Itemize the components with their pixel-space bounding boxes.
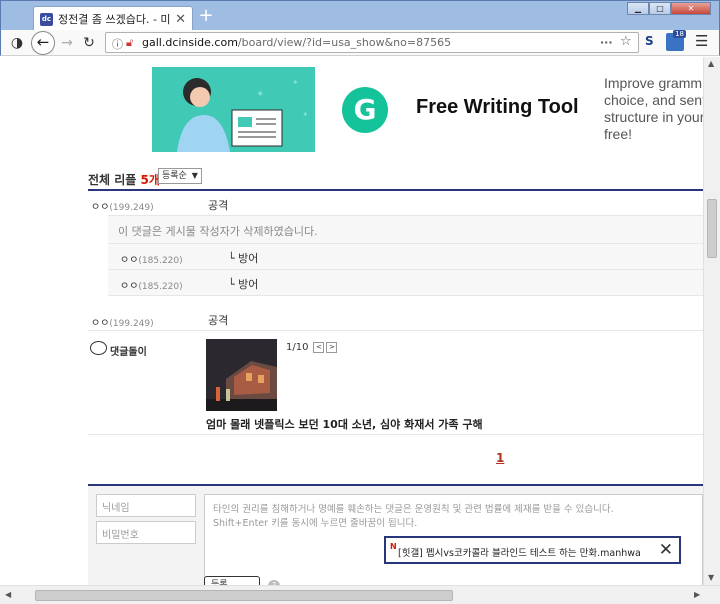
bookmark-star-icon[interactable]: ☆: [620, 34, 632, 49]
deleted-comment: 이 댓글은 게시물 작성자가 삭제하였습니다.: [108, 216, 703, 244]
ad-illustration: ✦ ✦ ✦: [152, 67, 315, 152]
tab-close-icon[interactable]: ✕: [175, 12, 186, 27]
forward-button[interactable]: →: [57, 33, 77, 53]
hit-gallery-popup[interactable]: N [힛갤] 펩시vs코카콜라 블라인드 테스트 하는 만화.manhwa ✕: [384, 536, 681, 564]
window-controls: ▁ □ ✕: [627, 2, 711, 15]
comment-header: 전체 리플 5개 등록순 ▼: [88, 167, 703, 191]
scroll-right-icon[interactable]: ▶: [694, 590, 700, 599]
browser-titlebar: dc 정전결 좀 쓰겠습다. - 미국 쇼 ✕ + ▁ □ ✕: [0, 0, 720, 31]
comment-count-label: 전체 리플 5개: [88, 173, 160, 187]
comment-text: 공격: [208, 314, 229, 327]
dory-pager: 1/10 < >: [286, 342, 338, 353]
scroll-down-icon[interactable]: ▼: [708, 573, 714, 582]
reply-text: └ 방어: [228, 252, 259, 265]
reply-text: └ 방어: [228, 278, 259, 291]
reply-row: ㅇㅇ(185.220) └ 방어: [108, 270, 703, 296]
dory-mascot-icon: [90, 341, 107, 355]
url-path: /board/view/?id=usa_show&no=87565: [237, 36, 452, 49]
comment-count: 5개: [140, 173, 160, 187]
hamburger-menu-icon[interactable]: ☰: [695, 32, 708, 50]
comment-row: ㅇㅇ(199.249) 공격: [88, 305, 703, 331]
comment-row: ㅇㅇ(199.249) 공격: [88, 193, 703, 215]
reply-row: ㅇㅇ(185.220) └ 방어: [108, 244, 703, 270]
url-host: gall.dcinside.com: [142, 36, 238, 49]
extension-s-icon[interactable]: S: [645, 34, 654, 48]
ad-description: Improve gramm choice, and sent structure…: [604, 75, 703, 142]
site-favicon-icon: dc: [40, 12, 53, 26]
grammarly-logo-icon: G: [342, 87, 388, 133]
advertisement-banner[interactable]: ✦ ✦ ✦ G Free Writing Tool Improve gramm …: [152, 67, 703, 152]
minimize-button[interactable]: ▁: [627, 2, 649, 15]
dory-next-button[interactable]: >: [326, 342, 338, 353]
comment-page-1[interactable]: 1: [496, 451, 504, 465]
extension-badge-count: 18: [673, 30, 686, 38]
comment-sort-select[interactable]: 등록순 ▼: [158, 168, 202, 184]
address-bar[interactable]: ⓘ 🔓︎ gall.dcinside.com/board/view/?id=us…: [105, 32, 639, 53]
popup-text[interactable]: [힛갤] 펩시vs코카콜라 블라인드 테스트 하는 만화.manhwa: [398, 545, 641, 559]
svg-text:✦: ✦: [292, 78, 299, 87]
tab-title: 정전결 좀 쓰겠습다. - 미국 쇼: [58, 13, 171, 26]
reply-block: 이 댓글은 게시물 작성자가 삭제하였습니다. ㅇㅇ(185.220) └ 방어…: [108, 215, 703, 296]
dory-page-indicator: 1/10: [286, 342, 309, 353]
svg-text:✦: ✦: [302, 110, 309, 119]
page-viewport: ✦ ✦ ✦ G Free Writing Tool Improve gramm …: [1, 57, 703, 585]
horizontal-scrollbar[interactable]: ◀ ▶: [0, 585, 720, 604]
new-badge: N: [390, 542, 397, 551]
ad-title: Free Writing Tool: [416, 96, 579, 118]
vertical-scrollbar[interactable]: ▲ ▼: [703, 57, 720, 585]
scroll-left-icon[interactable]: ◀: [5, 590, 11, 599]
reload-button[interactable]: ↻: [79, 33, 99, 53]
extension-badge-icon[interactable]: 18: [666, 30, 686, 51]
dory-prev-button[interactable]: <: [313, 342, 325, 353]
reply-nick[interactable]: ㅇㅇ(185.220): [120, 251, 183, 266]
comment-notice-line2: Shift+Enter 키를 동시에 누르면 줄바꿈이 됩니다.: [213, 518, 418, 529]
nickname-input[interactable]: 닉네임: [96, 494, 196, 517]
news-thumbnail[interactable]: [206, 339, 277, 411]
horizontal-scroll-thumb[interactable]: [35, 590, 453, 601]
info-icon[interactable]: ⓘ: [112, 36, 123, 52]
comment-notice-line1: 타인의 권리를 침해하거나 명예를 훼손하는 댓글은 운영원칙 및 관련 법률에…: [213, 504, 614, 515]
scroll-up-icon[interactable]: ▲: [708, 59, 714, 68]
back-button[interactable]: ←: [31, 31, 55, 55]
chevron-down-icon: ▼: [191, 171, 198, 180]
navigation-toolbar: ◑ ← → ↻ ⓘ 🔓︎ gall.dcinside.com/board/vie…: [0, 30, 720, 56]
password-input[interactable]: 비밀번호: [96, 521, 196, 544]
comment-nick[interactable]: ㅇㅇ(199.249): [91, 314, 154, 329]
comment-text: 공격: [208, 199, 229, 212]
vertical-scroll-thumb[interactable]: [707, 199, 717, 258]
insecure-lock-icon[interactable]: 🔓︎: [126, 36, 133, 50]
tor-onion-icon[interactable]: ◑: [7, 33, 27, 53]
new-tab-button[interactable]: +: [197, 6, 215, 26]
comment-write-box: 닉네임 비밀번호 타인의 권리를 침해하거나 명예를 훼손하는 댓글은 운영원칙…: [88, 484, 703, 585]
maximize-button[interactable]: □: [649, 2, 671, 15]
dory-label: 댓글돌이: [110, 347, 147, 358]
svg-text:✦: ✦: [256, 89, 264, 100]
page-actions-icon[interactable]: ···: [600, 36, 613, 49]
window-close-button[interactable]: ✕: [671, 2, 711, 15]
popup-close-icon[interactable]: ✕: [659, 540, 673, 560]
dory-row: 댓글돌이 1/10 < > 엄마 몰래 넷플릭스 보던 10대 소년, 심야 화…: [88, 331, 703, 435]
browser-tab[interactable]: dc 정전결 좀 쓰겠습다. - 미국 쇼 ✕: [33, 6, 193, 31]
dory-news-title[interactable]: 엄마 몰래 넷플릭스 보던 10대 소년, 심야 화재서 가족 구해: [206, 416, 483, 432]
url-text[interactable]: gall.dcinside.com/board/view/?id=usa_sho…: [142, 36, 451, 49]
comment-nick[interactable]: ㅇㅇ(199.249): [91, 198, 154, 213]
reply-nick[interactable]: ㅇㅇ(185.220): [120, 277, 183, 292]
